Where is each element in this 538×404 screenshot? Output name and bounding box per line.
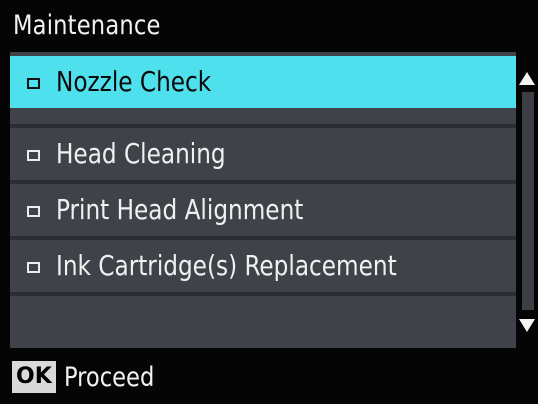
square-bullet-icon [27, 262, 40, 273]
proceed-hint-label: Proceed [64, 362, 155, 393]
menu-item-label: Ink Cartridge(s) Replacement [56, 249, 397, 282]
scroll-track [522, 92, 534, 310]
title-bar: Maintenance [0, 0, 538, 52]
screen-title: Maintenance [13, 10, 161, 41]
scroll-up-arrow-icon[interactable] [519, 72, 535, 85]
menu-item-label: Print Head Alignment [56, 193, 304, 226]
ok-button-icon[interactable]: OK [12, 361, 56, 393]
square-bullet-icon [27, 206, 40, 217]
menu-item-ink-cartridge-replacement[interactable]: Ink Cartridge(s) Replacement [10, 240, 516, 292]
menu-item-label: Head Cleaning [56, 137, 226, 170]
menu-item-head-cleaning[interactable]: Head Cleaning [10, 128, 516, 180]
printer-lcd-screen: Maintenance Nozzle Check Head Cleaning P… [0, 0, 538, 404]
menu-divider [10, 292, 516, 296]
square-bullet-icon [27, 150, 40, 161]
menu-item-nozzle-check[interactable]: Nozzle Check [10, 56, 516, 108]
menu-item-print-head-alignment[interactable]: Print Head Alignment [10, 184, 516, 236]
scroll-down-arrow-icon[interactable] [519, 319, 535, 332]
menu-item-label: Nozzle Check [56, 65, 212, 98]
footer-hint-bar: OK Proceed [0, 350, 538, 404]
square-bullet-icon [27, 78, 40, 89]
